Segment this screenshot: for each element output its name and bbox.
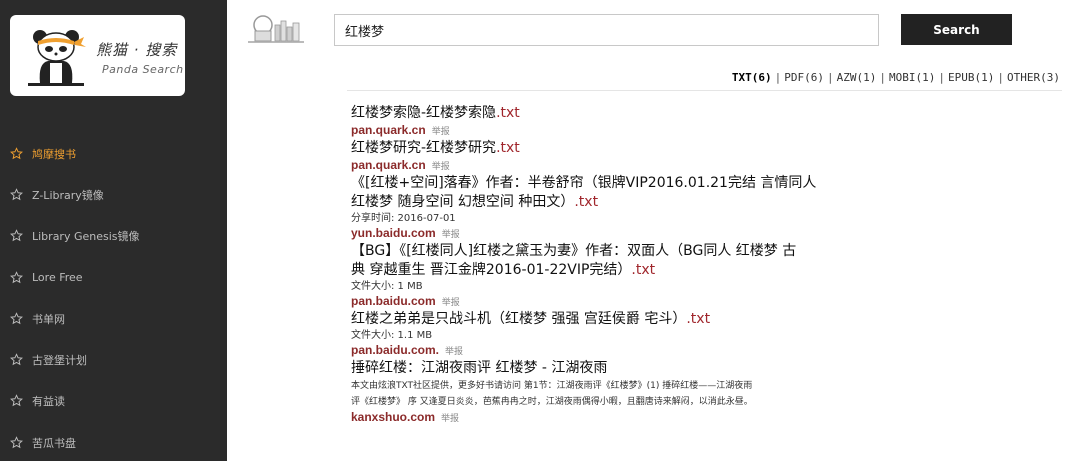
result-item: 红楼梦索隐-红楼梦索隐.txt pan.quark.cn 举报 [351, 104, 896, 139]
result-meta: 文件大小: 1.1 MB [351, 330, 433, 341]
books-illustration-icon [248, 15, 304, 43]
sidebar: 熊猫 · 搜索 Panda Search 鸠摩搜书 Z-Library镜像 Libr… [0, 0, 227, 461]
star-icon [10, 229, 24, 243]
search-input[interactable] [334, 14, 879, 46]
result-title-text: 红楼梦索隐-红楼梦索隐 [351, 105, 497, 121]
star-icon [10, 188, 24, 202]
sidebar-item-label: 古登堡计划 [32, 354, 87, 368]
divider [347, 90, 1062, 91]
sidebar-item-label: Library Genesis镜像 [32, 230, 140, 244]
result-item: 《[红楼+空间]落春》作者：半卷舒帘（银牌VIP2016.01.21完结 言情同… [351, 174, 896, 242]
sidebar-item[interactable]: Z-Library镜像 [0, 174, 227, 215]
result-item: 红楼之弟弟是只战斗机（红楼梦 强强 宫廷侯爵 宅斗）.txt 文件大小: 1.1 … [351, 310, 896, 359]
sidebar-item[interactable]: 书单网 [0, 298, 227, 339]
report-link[interactable]: 举报 [442, 230, 460, 240]
result-source-link[interactable]: pan.quark.cn [351, 158, 426, 172]
result-title-link[interactable]: 《[红楼+空间]落春》作者：半卷舒帘（银牌VIP2016.01.21完结 言情同… [351, 174, 896, 212]
result-title-text: 【BG】《[红楼同人]红楼之黛玉为妻》作者：双面人（BG同人 红楼梦 古 [351, 243, 797, 259]
report-link[interactable]: 举报 [432, 127, 450, 137]
filter-other[interactable]: OTHER(3) [1007, 71, 1060, 84]
search-button[interactable]: Search [901, 14, 1012, 45]
result-item: 红楼梦研究-红楼梦研究.txt pan.quark.cn 举报 [351, 139, 896, 174]
sidebar-item[interactable]: Library Genesis镜像 [0, 216, 227, 257]
filter-txt[interactable]: TXT(6) [732, 71, 772, 84]
logo-title: 熊猫 · 搜索 [96, 41, 178, 59]
report-link[interactable]: 举报 [441, 414, 459, 424]
filter-azw[interactable]: AZW(1) [837, 71, 877, 84]
filter-separator: | [827, 71, 834, 84]
sidebar-item-label: 苦瓜书盘 [32, 436, 76, 450]
result-item: 捶碎红楼：江湖夜雨评 红楼梦 - 江湖夜雨本文由炫浪TXT社区提供，更多好书请访… [351, 359, 896, 426]
sidebar-item-label: Z-Library镜像 [32, 188, 104, 202]
result-source-line: kanxshuo.com 举报 [351, 410, 896, 426]
result-title-text: 《[红楼+空间]落春》作者：半卷舒帘（银牌VIP2016.01.21完结 言情同… [351, 175, 817, 191]
sidebar-item[interactable]: 鸠摩搜书 [0, 133, 227, 174]
filter-pdf[interactable]: PDF(6) [784, 71, 824, 84]
result-source-link[interactable]: yun.baidu.com [351, 226, 436, 240]
sidebar-item[interactable]: 古登堡计划 [0, 339, 227, 380]
report-link[interactable]: 举报 [445, 347, 463, 357]
result-snippet: 评《红楼梦》 序 又逢夏日炎炎，芭蕉冉冉之时，江湖夜雨偶得小暇，且翻唐诗来解闷，… [351, 397, 753, 407]
sidebar-item-label: 有益读 [32, 395, 65, 409]
filter-separator: | [774, 71, 782, 84]
filter-mobi[interactable]: MOBI(1) [889, 71, 935, 84]
star-icon [10, 312, 24, 326]
result-source-link[interactable]: kanxshuo.com [351, 410, 435, 424]
result-title-text: 红楼之弟弟是只战斗机（红楼梦 强强 宫廷侯爵 宅斗） [351, 311, 687, 327]
star-icon [10, 353, 24, 367]
result-source-line: pan.quark.cn 举报 [351, 123, 896, 139]
result-source-line: pan.baidu.com 举报 [351, 294, 896, 310]
file-extension: .txt [496, 140, 520, 156]
result-meta: 文件大小: 1 MB [351, 281, 423, 292]
file-extension: .txt [631, 262, 656, 278]
result-item: 【BG】《[红楼同人]红楼之黛玉为妻》作者：双面人（BG同人 红楼梦 古典 穿越… [351, 242, 896, 310]
report-link[interactable]: 举报 [442, 298, 460, 308]
format-filters: TXT(6) | PDF(6) | AZW(1) | MOBI(1) | EPUB(1) | OTH… [732, 71, 1060, 84]
result-title-text: 红楼梦 随身空间 幻想空间 种田文） [351, 194, 575, 210]
result-source-link[interactable]: pan.quark.cn [351, 123, 426, 137]
result-source-line: pan.baidu.com. 举报 [351, 343, 896, 359]
result-source-link[interactable]: pan.baidu.com [351, 294, 436, 308]
sidebar-item[interactable]: 有益读 [0, 381, 227, 422]
star-icon [10, 146, 24, 161]
result-title-text: 红楼梦研究-红楼梦研究 [351, 140, 497, 156]
sidebar-item[interactable]: 苦瓜书盘 [0, 422, 227, 461]
logo[interactable]: 熊猫 · 搜索 Panda Search [10, 15, 185, 96]
result-title-text: 典 穿越重生 晋江金牌2016-01-22VIP完结） [351, 262, 632, 278]
result-source-link[interactable]: pan.baidu.com. [351, 343, 439, 357]
result-title-link[interactable]: 【BG】《[红楼同人]红楼之黛玉为妻》作者：双面人（BG同人 红楼梦 古典 穿越… [351, 242, 896, 280]
result-snippet: 本文由炫浪TXT社区提供，更多好书请访问 第1节：江湖夜雨评《红楼梦》(1) 捶… [351, 381, 753, 391]
filter-separator: | [879, 71, 887, 84]
sidebar-item[interactable]: Lore Free [0, 257, 227, 298]
result-title-link[interactable]: 红楼梦索隐-红楼梦索隐.txt [351, 104, 896, 123]
result-title-link[interactable]: 捶碎红楼：江湖夜雨评 红楼梦 - 江湖夜雨 [351, 359, 896, 378]
star-icon [10, 394, 24, 408]
results-list: 红楼梦索隐-红楼梦索隐.txt pan.quark.cn 举报 红楼梦研究-红楼梦研究… [351, 104, 896, 426]
result-source-line: pan.quark.cn 举报 [351, 158, 896, 174]
sidebar-item-label: 书单网 [32, 312, 65, 326]
sidebar-nav: 鸠摩搜书 Z-Library镜像 Library Genesis镜像 Lore Fre… [0, 133, 227, 461]
report-link[interactable]: 举报 [432, 162, 450, 172]
star-icon [10, 435, 24, 450]
filter-epub[interactable]: EPUB(1) [948, 71, 994, 84]
filter-separator: | [938, 71, 946, 84]
panda-logo-icon [28, 30, 86, 86]
sidebar-item-label: Lore Free [32, 271, 83, 285]
file-extension: .txt [496, 105, 520, 121]
result-meta: 分享时间: 2016-07-01 [351, 213, 456, 224]
filter-separator: | [997, 71, 1005, 84]
file-extension: .txt [574, 194, 599, 210]
file-extension: .txt [686, 311, 711, 327]
sidebar-item-label: 鸠摩搜书 [32, 147, 76, 161]
result-title-link[interactable]: 红楼梦研究-红楼梦研究.txt [351, 139, 896, 158]
star-icon [10, 270, 24, 285]
result-title-link[interactable]: 红楼之弟弟是只战斗机（红楼梦 强强 宫廷侯爵 宅斗）.txt [351, 310, 896, 329]
result-source-line: yun.baidu.com 举报 [351, 226, 896, 242]
logo-subtitle: Panda Search [102, 63, 184, 76]
result-title-text: 捶碎红楼：江湖夜雨评 红楼梦 - 江湖夜雨 [351, 360, 608, 376]
